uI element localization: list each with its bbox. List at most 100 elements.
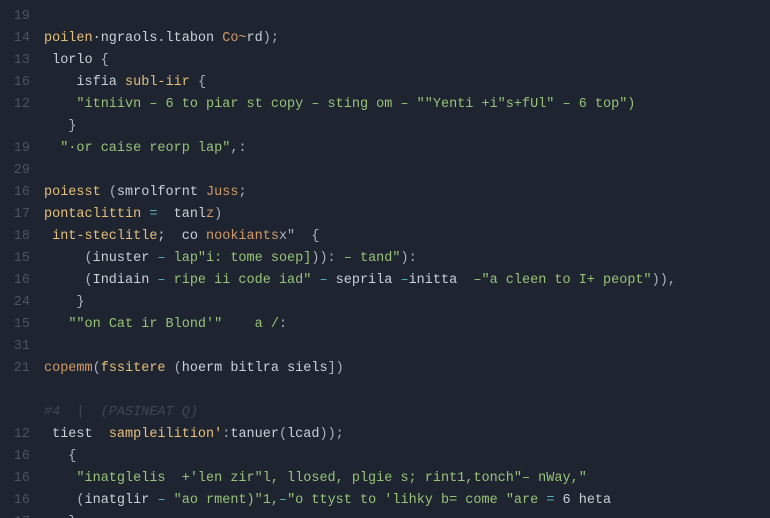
token: hoerm bitlra siels	[182, 361, 328, 376]
token: ripe ii code iad"	[174, 273, 320, 288]
line-number: 12	[0, 424, 40, 446]
code-line[interactable]: tiest sampleilition':tanuer(lcad));	[44, 424, 770, 446]
token: lap"i: tome soep]	[174, 251, 312, 266]
token: (	[93, 361, 101, 376]
line-number: 16	[0, 490, 40, 512]
code-line[interactable]: "inatglelis +'len zir"l, llosed, plgie s…	[44, 468, 770, 490]
token: fssitere	[101, 361, 174, 376]
token: rd	[247, 31, 263, 46]
line-number	[0, 380, 40, 402]
token: lorlo	[44, 53, 101, 68]
token: –	[157, 251, 173, 266]
token: 6 heta	[563, 493, 612, 508]
code-line[interactable]: #4 | (PASINEAT Q)	[44, 402, 770, 424]
token: ):	[400, 251, 416, 266]
token: tiest	[44, 427, 109, 442]
token: (	[44, 273, 93, 288]
token: {	[44, 449, 76, 464]
line-number: 16	[0, 182, 40, 204]
code-line[interactable]: poilen·ngraols.ltabon Co~rd);	[44, 28, 770, 50]
token: =	[546, 493, 562, 508]
token: x" {	[279, 229, 320, 244]
token: ·ngraols.ltabon	[93, 31, 223, 46]
token: –	[319, 273, 335, 288]
code-line[interactable]: ""on Cat ir Blond'" a /:	[44, 314, 770, 336]
code-line[interactable]: (Indiain – ripe ii code iad" – seprila –…	[44, 270, 770, 292]
line-number: 14	[0, 28, 40, 50]
code-line[interactable]	[44, 160, 770, 182]
token	[44, 471, 76, 486]
code-line[interactable]	[44, 6, 770, 28]
line-number	[0, 116, 40, 138]
code-line[interactable]: int-steclitle; co nookiantsx" {	[44, 226, 770, 248]
code-line[interactable]: (inatglir – "ao rment)"1,–"o ttyst to 'l…	[44, 490, 770, 512]
code-line[interactable]: "itniivn – 6 to piar st copy – sting om …	[44, 94, 770, 116]
token: )):	[311, 251, 343, 266]
code-line[interactable]	[44, 336, 770, 358]
code-line[interactable]: lorlo {	[44, 50, 770, 72]
token: smrolfornt	[117, 185, 206, 200]
token: "·or caise reorp lap"	[60, 141, 230, 156]
token: nookiants	[206, 229, 279, 244]
token: inatglir	[85, 493, 158, 508]
token: tanl	[166, 207, 207, 222]
token: Juss	[206, 185, 238, 200]
code-line[interactable]: {	[44, 446, 770, 468]
token: sampleilition'	[109, 427, 222, 442]
line-number: 16	[0, 72, 40, 94]
line-number: 13	[0, 50, 40, 72]
token: ;	[238, 185, 246, 200]
line-number: 24	[0, 292, 40, 314]
code-editor[interactable]: 1914131612192916171815162415312112161616…	[0, 0, 770, 518]
token: );	[263, 31, 279, 46]
code-line[interactable]: }	[44, 292, 770, 314]
token: Indiain	[93, 273, 158, 288]
token	[44, 317, 68, 332]
token: poilen	[44, 31, 93, 46]
code-line[interactable]: isfia subl-iir {	[44, 72, 770, 94]
token: pontaclittin	[44, 207, 149, 222]
line-number: 19	[0, 6, 40, 28]
token: poiesst	[44, 185, 109, 200]
code-line[interactable]	[44, 380, 770, 402]
token: – tand"	[344, 251, 401, 266]
line-number: 15	[0, 248, 40, 270]
token: }	[44, 295, 85, 310]
line-number: 17	[0, 512, 40, 518]
code-area[interactable]: poilen·ngraols.ltabon Co~rd); lorlo { is…	[40, 0, 770, 518]
token: lcad	[287, 427, 319, 442]
token: "ao rment)"1,	[174, 493, 279, 508]
line-number: 12	[0, 94, 40, 116]
line-number: 31	[0, 336, 40, 358]
token	[44, 141, 60, 156]
code-line[interactable]: }	[44, 512, 770, 518]
token: isfia	[44, 75, 125, 90]
line-number: 16	[0, 446, 40, 468]
token: ,:	[230, 141, 246, 156]
token: "itniivn – 6 to piar st copy – sting om …	[76, 97, 635, 112]
token: –	[157, 493, 173, 508]
token: ""on Cat ir Blond'" a /	[68, 317, 279, 332]
token: (	[174, 361, 182, 376]
token: –	[279, 493, 287, 508]
line-number-gutter: 1914131612192916171815162415312112161616…	[0, 0, 40, 518]
line-number: 17	[0, 204, 40, 226]
token: )),	[652, 273, 676, 288]
code-line[interactable]: (inuster – lap"i: tome soep])): – tand")…	[44, 248, 770, 270]
code-line[interactable]: "·or caise reorp lap",:	[44, 138, 770, 160]
token: {	[101, 53, 109, 68]
token	[44, 97, 76, 112]
code-line[interactable]: poiesst (smrolfornt Juss;	[44, 182, 770, 204]
code-line[interactable]: pontaclittin = tanlz)	[44, 204, 770, 226]
line-number: 18	[0, 226, 40, 248]
token: =	[149, 207, 165, 222]
line-number: 16	[0, 468, 40, 490]
token: copemm	[44, 361, 93, 376]
token: ));	[319, 427, 343, 442]
token: inuster	[93, 251, 158, 266]
line-number: 19	[0, 138, 40, 160]
token: –	[400, 273, 408, 288]
code-line[interactable]: }	[44, 116, 770, 138]
token: seprila	[336, 273, 401, 288]
code-line[interactable]: copemm(fssitere (hoerm bitlra siels])	[44, 358, 770, 380]
